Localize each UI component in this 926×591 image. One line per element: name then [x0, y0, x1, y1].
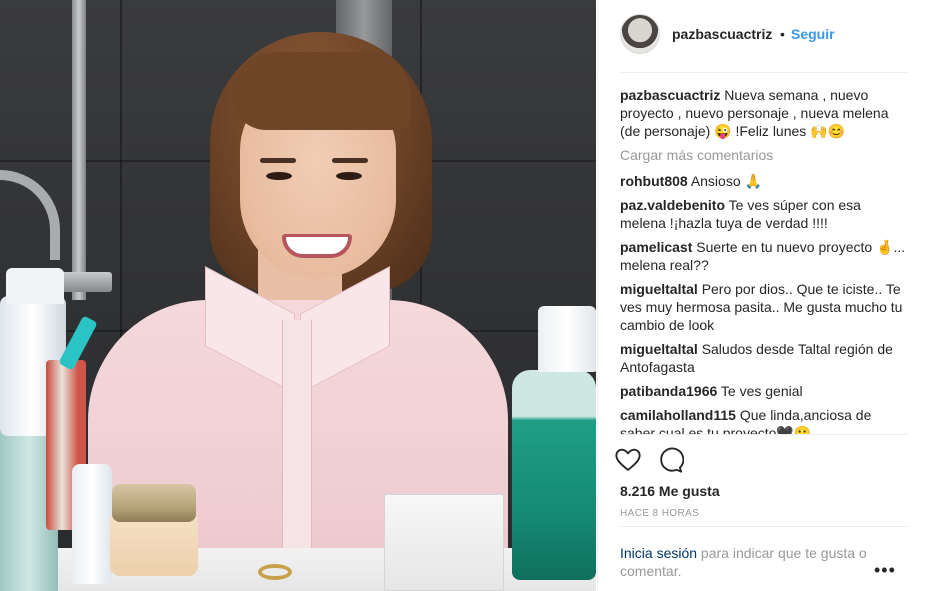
comment-username[interactable]: migueltaltal	[620, 341, 698, 357]
cream-jar	[110, 516, 198, 576]
eyebrow-left	[260, 158, 296, 163]
comment-item: pamelicast Suerte en tu nuevo proyecto 🤞…	[620, 238, 908, 274]
cream-tube	[72, 464, 112, 584]
cream-jar-lid	[112, 484, 196, 522]
divider	[620, 434, 908, 435]
post-photo[interactable]	[0, 0, 596, 591]
eyebrow-right	[332, 158, 368, 163]
divider	[620, 526, 908, 527]
caption-username[interactable]: pazbascuactriz	[620, 87, 720, 103]
avatar[interactable]	[620, 14, 660, 54]
comment-item: camilaholland115 Que linda,anciosa de sa…	[620, 406, 908, 434]
comment-text: Ansioso 🙏	[690, 173, 762, 189]
comment-item: rohbut808 Ansioso 🙏	[620, 172, 908, 190]
comment-username[interactable]: camilaholland115	[620, 407, 736, 423]
login-link[interactable]: Inicia sesión	[620, 545, 697, 561]
header-username[interactable]: pazbascuactriz	[672, 26, 772, 42]
faucet	[0, 170, 60, 260]
post-header: pazbascuactriz • Seguir	[598, 0, 926, 72]
smile	[282, 234, 352, 258]
lotion-cap	[6, 268, 64, 304]
mouthwash-cap	[538, 306, 596, 372]
eye-left	[266, 172, 292, 180]
login-prompt: Inicia sesión para indicar que te gusta …	[620, 544, 890, 580]
comment-username[interactable]: pamelicast	[620, 239, 692, 255]
comment-item: migueltaltal Pero por dios.. Que te icis…	[620, 280, 908, 334]
comment-username[interactable]: migueltaltal	[620, 281, 698, 297]
white-box	[384, 494, 504, 591]
mouthwash-bottle	[512, 370, 596, 580]
comment-item: paz.valdebenito Te ves súper con esa mel…	[620, 196, 908, 232]
comment-username[interactable]: rohbut808	[620, 173, 688, 189]
hair-fringe	[232, 52, 410, 130]
comment-item: migueltaltal Saludos desde Taltal región…	[620, 340, 908, 376]
likes-count[interactable]: 8.216 Me gusta	[620, 483, 720, 499]
caption: pazbascuactriz Nueva semana , nuevo proy…	[620, 86, 908, 140]
comment-username[interactable]: paz.valdebenito	[620, 197, 725, 213]
more-options-button[interactable]: •••	[874, 560, 896, 581]
follow-button[interactable]: Seguir	[791, 26, 835, 42]
heart-outline-icon[interactable]	[614, 446, 642, 474]
ring	[258, 564, 292, 580]
shower-pipe	[72, 0, 86, 300]
post-side-panel: pazbascuactriz • Seguir pazbascuactriz N…	[597, 0, 926, 591]
post-timestamp: HACE 8 HORAS	[620, 508, 700, 519]
eye-right	[336, 172, 362, 180]
separator-dot: •	[780, 26, 785, 42]
load-more-comments-link[interactable]: Cargar más comentarios	[620, 146, 908, 164]
comment-text: Te ves genial	[720, 383, 803, 399]
speech-bubble-icon[interactable]	[656, 446, 684, 474]
comment-username[interactable]: patibanda1966	[620, 383, 717, 399]
comments-list[interactable]: pazbascuactriz Nueva semana , nuevo proy…	[620, 86, 908, 434]
comment-item: patibanda1966 Te ves genial	[620, 382, 908, 400]
divider	[620, 72, 908, 73]
